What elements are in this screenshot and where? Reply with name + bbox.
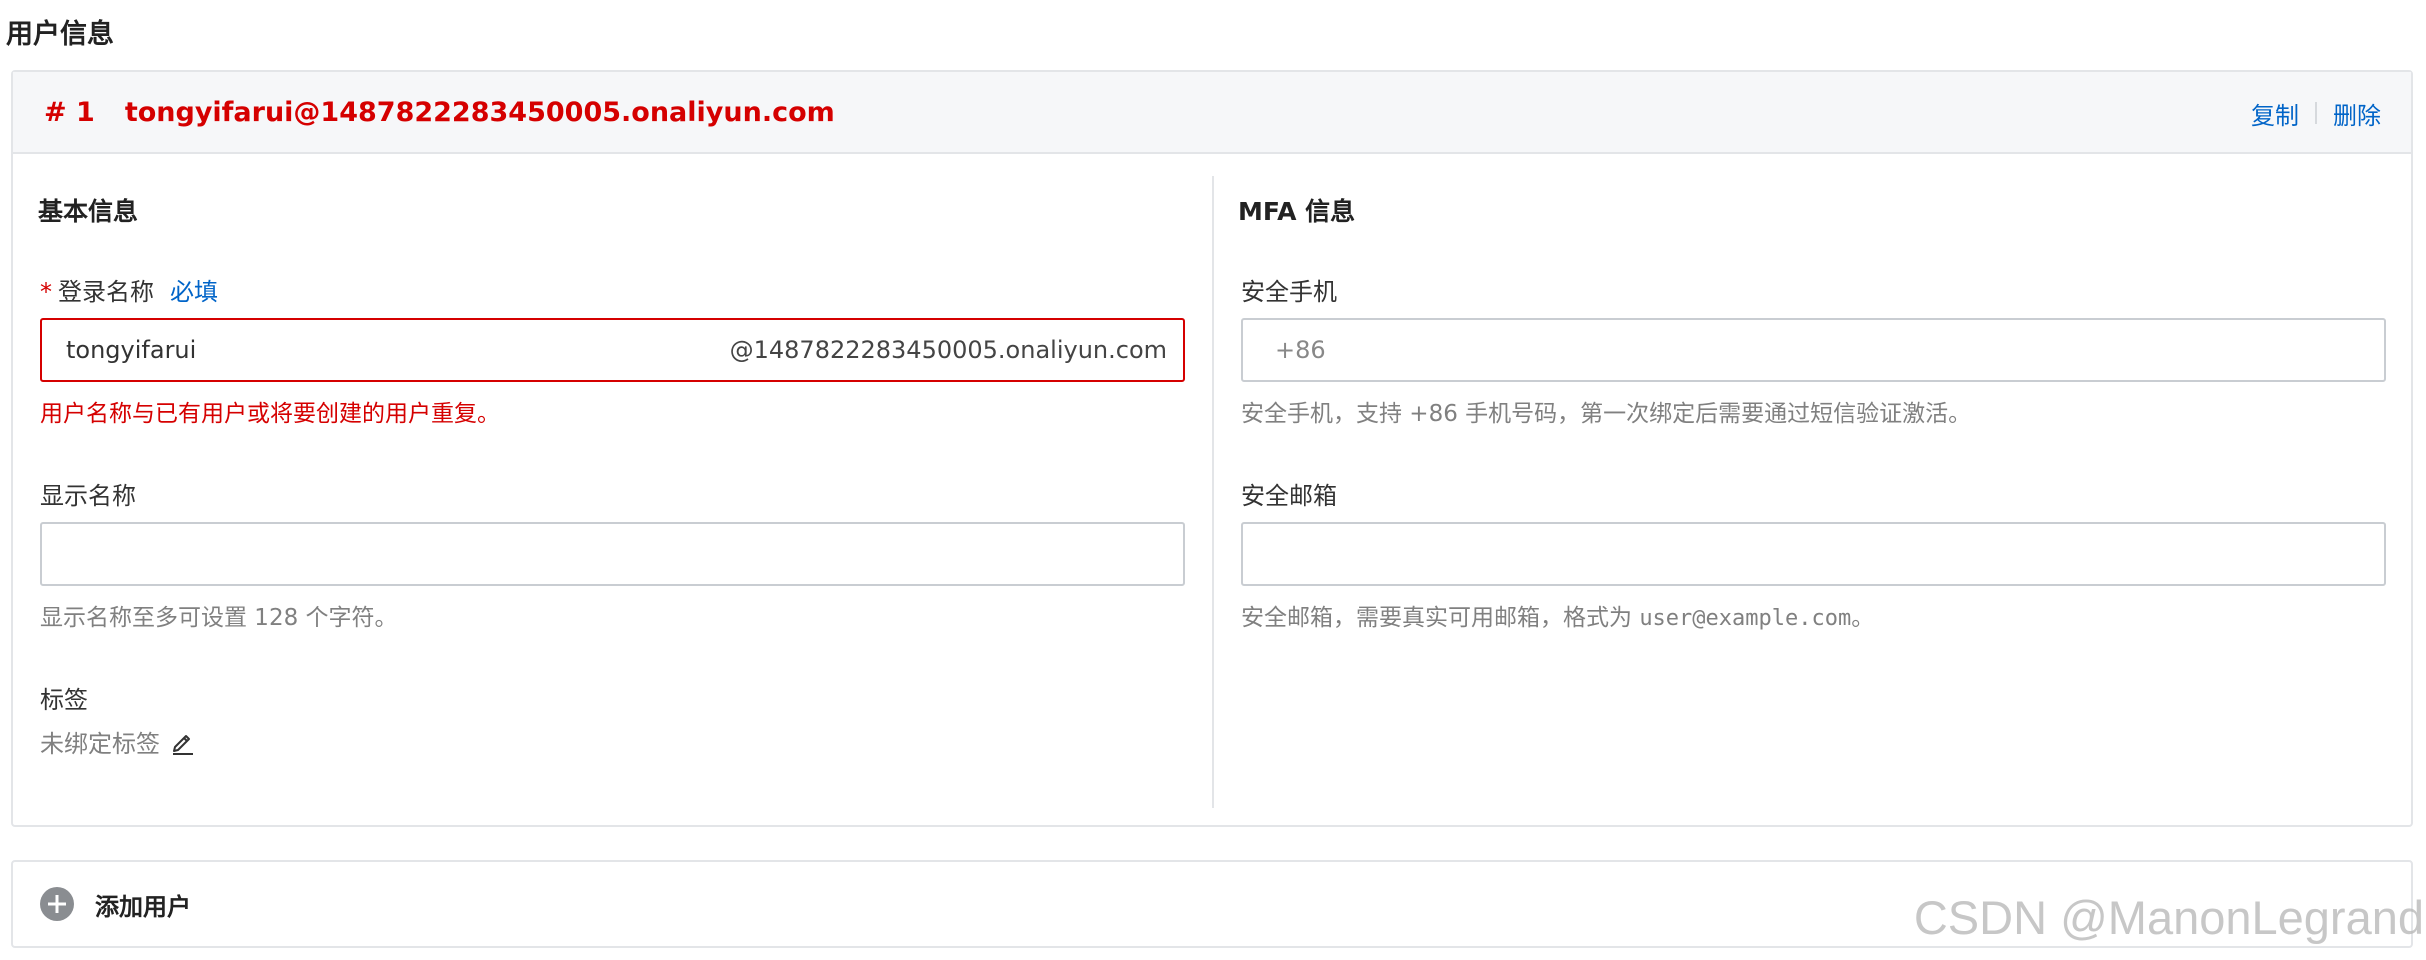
action-divider (2315, 102, 2317, 124)
plus-circle-icon (40, 887, 74, 921)
login-name-error: 用户名称与已有用户或将要创建的用户重复。 (40, 401, 500, 427)
security-email-label: 安全邮箱 (1241, 482, 1337, 510)
security-email-help: 安全邮箱，需要真实可用邮箱，格式为 user@example.com。 (1241, 598, 1874, 632)
user-card-title: # 1 tongyifarui@1487822283450005.onaliyun… (44, 72, 835, 154)
login-name-input[interactable]: tongyifarui @1487822283450005.onaliyun.c… (40, 318, 1185, 382)
mfa-info-title: MFA 信息 (1238, 197, 1356, 226)
delete-user-link[interactable]: 删除 (2333, 96, 2381, 131)
login-name-label-text: 登录名称 (58, 278, 154, 306)
login-name-domain-suffix: @1487822283450005.onaliyun.com (729, 336, 1167, 364)
security-email-input[interactable] (1241, 522, 2386, 586)
display-name-input[interactable] (40, 522, 1185, 586)
email-help-suffix: 。 (1851, 605, 1875, 631)
basic-info-title: 基本信息 (38, 197, 139, 226)
user-card: # 1 tongyifarui@1487822283450005.onaliyun… (11, 70, 2413, 827)
required-hint: 必填 (170, 278, 218, 306)
security-phone-input[interactable]: +86 (1241, 318, 2386, 382)
tags-value: 未绑定标签 (40, 730, 160, 758)
watermark: CSDN @ManonLegrand (1913, 891, 2424, 944)
add-user-label: 添加用户 (95, 892, 191, 921)
copy-user-link[interactable]: 复制 (2251, 96, 2299, 131)
user-full-name: tongyifarui@1487822283450005.onaliyun.co… (124, 97, 835, 128)
required-star: * (40, 278, 52, 306)
security-phone-help: 安全手机，支持 +86 手机号码，第一次绑定后需要通过短信验证激活。 (1241, 401, 1972, 427)
display-name-label: 显示名称 (40, 482, 136, 510)
add-user-button[interactable]: 添加用户 (39, 862, 191, 946)
column-divider (1212, 176, 1214, 808)
phone-country-code: +86 (1275, 336, 1326, 364)
user-index: # 1 (44, 97, 95, 128)
login-name-label: * 登录名称 必填 (40, 272, 218, 307)
tags-label: 标签 (40, 686, 88, 714)
email-help-prefix: 安全邮箱，需要真实可用邮箱，格式为 (1241, 605, 1640, 631)
page-title: 用户信息 (6, 19, 114, 50)
display-name-help: 显示名称至多可设置 128 个字符。 (40, 605, 398, 631)
edit-icon[interactable] (170, 729, 196, 755)
email-help-example: user@example.com (1639, 606, 1852, 631)
user-card-header: # 1 tongyifarui@1487822283450005.onaliyun… (13, 72, 2411, 154)
tags-row: 未绑定标签 (40, 724, 196, 759)
user-card-actions: 复制 删除 (2251, 72, 2381, 154)
login-name-value: tongyifarui (66, 336, 197, 364)
security-phone-label: 安全手机 (1241, 278, 1337, 306)
